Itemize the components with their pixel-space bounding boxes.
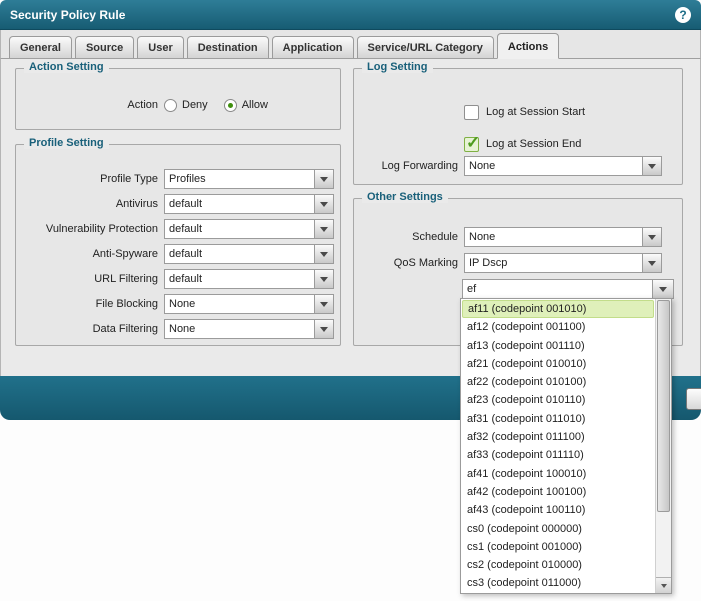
data-filtering-select[interactable]: None [164,319,334,339]
log-forwarding-label: Log Forwarding [354,160,458,172]
dropdown-arrow-icon[interactable] [314,194,334,214]
action-label: Action [16,99,158,111]
dropdown-arrow-icon[interactable] [642,253,662,273]
allow-radio[interactable] [224,99,237,112]
list-item[interactable]: cs3 (codepoint 011000) [462,574,654,592]
list-item[interactable]: af33 (codepoint 011110) [462,446,654,464]
dropdown-arrow-icon[interactable] [642,227,662,247]
dropdown-arrow-icon[interactable] [314,269,334,289]
tab-service-url-category[interactable]: Service/URL Category [357,36,494,58]
tab-source[interactable]: Source [75,36,134,58]
antivirus-value: default [164,194,314,214]
dropdown-arrow-icon[interactable] [314,294,334,314]
action-setting-group: Action Setting Action Deny Allow [15,68,341,130]
profile-type-select[interactable]: Profiles [164,169,334,189]
data-filtering-label: Data Filtering [16,323,158,335]
tab-general[interactable]: General [9,36,72,58]
antivirus-label: Antivirus [16,198,158,210]
log-forwarding-select[interactable]: None [464,156,662,176]
list-item[interactable]: af22 (codepoint 010100) [462,373,654,391]
log-setting-group: Log Setting Log at Session Start Log at … [353,68,683,185]
dropdown-arrow-icon[interactable] [314,219,334,239]
log-setting-legend: Log Setting [362,61,433,73]
data-filtering-value: None [164,319,314,339]
log-session-start-label: Log at Session Start [486,106,585,118]
list-item[interactable]: af32 (codepoint 011100) [462,428,654,446]
dropdown-arrow-icon[interactable] [314,319,334,339]
list-item[interactable]: cs0 (codepoint 000000) [462,520,654,538]
profile-setting-group: Profile Setting Profile Type Profiles An… [15,144,341,346]
other-settings-legend: Other Settings [362,191,448,203]
dialog-title: Security Policy Rule [10,8,125,22]
list-item[interactable]: af23 (codepoint 010110) [462,391,654,409]
dialog-titlebar: Security Policy Rule [0,0,701,30]
tab-user[interactable]: User [137,36,183,58]
action-setting-legend: Action Setting [24,61,109,73]
file-blocking-value: None [164,294,314,314]
scroll-down-button[interactable] [656,577,671,593]
list-item[interactable]: af41 (codepoint 100010) [462,465,654,483]
dropdown-arrow-icon[interactable] [642,156,662,176]
list-item[interactable]: af31 (codepoint 011010) [462,410,654,428]
tab-actions[interactable]: Actions [497,33,559,59]
qos-marking-select[interactable]: IP Dscp [464,253,662,273]
deny-radio[interactable] [164,99,177,112]
list-item[interactable]: af12 (codepoint 001100) [462,318,654,336]
dscp-dropdown-list: af11 (codepoint 001010) af12 (codepoint … [460,298,672,594]
list-item[interactable]: af13 (codepoint 001110) [462,337,654,355]
dscp-list-scrollbar[interactable] [655,299,671,593]
dropdown-arrow-icon[interactable] [652,279,674,299]
dropdown-arrow-icon[interactable] [314,244,334,264]
qos-marking-label: QoS Marking [354,257,458,269]
log-session-end-label: Log at Session End [486,138,581,150]
antivirus-select[interactable]: default [164,194,334,214]
page: Security Policy Rule ? General Source Us… [0,0,701,601]
tab-application[interactable]: Application [272,36,354,58]
log-forwarding-value: None [464,156,642,176]
url-filtering-select[interactable]: default [164,269,334,289]
schedule-label: Schedule [354,231,458,243]
dscp-list-items: af11 (codepoint 001010) af12 (codepoint … [461,299,655,593]
log-session-start-checkbox[interactable] [464,105,479,120]
list-item[interactable]: af21 (codepoint 010010) [462,355,654,373]
dropdown-arrow-icon[interactable] [314,169,334,189]
log-session-end-checkbox[interactable] [464,137,479,152]
url-filtering-label: URL Filtering [16,273,158,285]
profile-setting-legend: Profile Setting [24,137,109,149]
anti-spyware-value: default [164,244,314,264]
help-icon[interactable]: ? [675,7,691,23]
list-item[interactable]: af42 (codepoint 100100) [462,483,654,501]
dscp-input[interactable] [462,279,652,299]
dscp-combo [462,279,674,299]
anti-spyware-label: Anti-Spyware [16,248,158,260]
qos-marking-value: IP Dscp [464,253,642,273]
list-item[interactable]: cs1 (codepoint 001000) [462,538,654,556]
schedule-select[interactable]: None [464,227,662,247]
chevron-down-icon [661,584,667,588]
list-item[interactable]: cs2 (codepoint 010000) [462,556,654,574]
allow-radio-label: Allow [242,99,268,111]
vulnerability-protection-value: default [164,219,314,239]
tab-strip: General Source User Destination Applicat… [0,30,701,59]
vulnerability-protection-select[interactable]: default [164,219,334,239]
list-item[interactable]: af11 (codepoint 001010) [462,300,654,318]
profile-type-value: Profiles [164,169,314,189]
list-item[interactable]: af43 (codepoint 100110) [462,501,654,519]
scrollbar-thumb[interactable] [657,300,670,512]
profile-type-label: Profile Type [16,173,158,185]
footer-button-partial[interactable] [686,388,701,410]
file-blocking-select[interactable]: None [164,294,334,314]
tab-destination[interactable]: Destination [187,36,269,58]
file-blocking-label: File Blocking [16,298,158,310]
vulnerability-protection-label: Vulnerability Protection [16,223,158,235]
anti-spyware-select[interactable]: default [164,244,334,264]
url-filtering-value: default [164,269,314,289]
schedule-value: None [464,227,642,247]
deny-radio-label: Deny [182,99,208,111]
